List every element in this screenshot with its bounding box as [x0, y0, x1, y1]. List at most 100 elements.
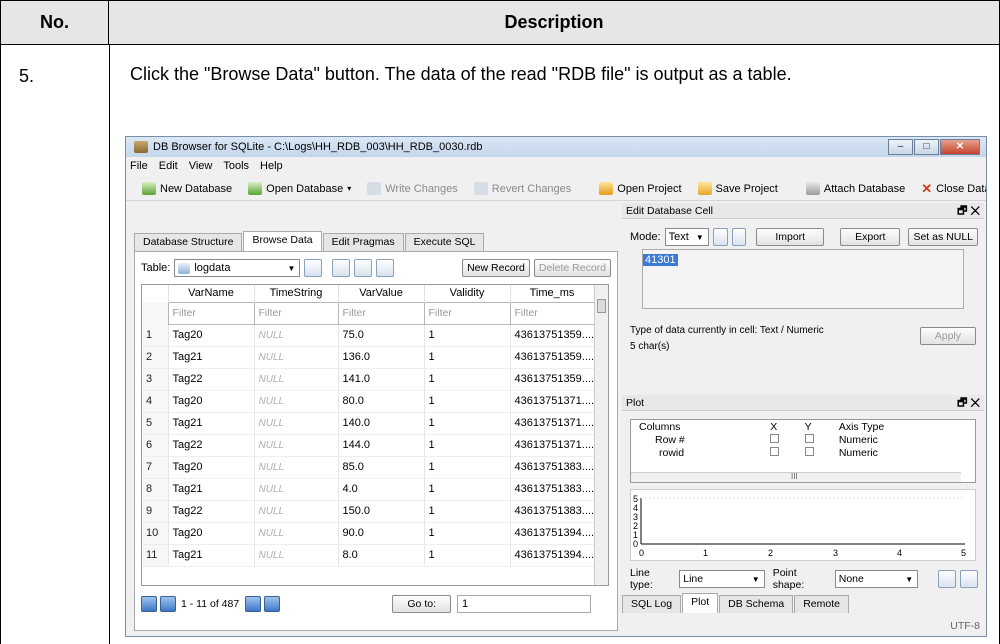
- export-button[interactable]: Export: [840, 228, 901, 246]
- table-cell[interactable]: Tag20: [168, 324, 255, 347]
- auto-format-button[interactable]: [712, 228, 728, 246]
- menu-tools[interactable]: Tools: [223, 157, 249, 175]
- table-cell[interactable]: NULL: [254, 434, 339, 457]
- save-plot-button[interactable]: [938, 570, 957, 588]
- table-cell[interactable]: Tag21: [168, 412, 255, 435]
- write-changes-button[interactable]: Write Changes: [367, 182, 458, 195]
- table-cell[interactable]: 43613751359....: [510, 324, 595, 347]
- row-number[interactable]: 7: [142, 456, 169, 479]
- row-number[interactable]: 2: [142, 346, 169, 369]
- tab-db-schema[interactable]: DB Schema: [719, 595, 794, 613]
- menu-edit[interactable]: Edit: [159, 157, 178, 175]
- table-row[interactable]: 9 Tag22 NULL 150.0 1 43613751383....: [142, 500, 595, 523]
- table-cell[interactable]: 43613751383....: [510, 478, 595, 501]
- table-cell[interactable]: 144.0: [338, 434, 425, 457]
- delete-record-button[interactable]: Delete Record: [533, 259, 611, 277]
- table-cell[interactable]: NULL: [254, 522, 339, 545]
- table-cell[interactable]: 85.0: [338, 456, 425, 479]
- table-row[interactable]: 5 Tag21 NULL 140.0 1 43613751371....: [142, 412, 595, 435]
- table-cell[interactable]: Tag20: [168, 522, 255, 545]
- table-cell[interactable]: Tag22: [168, 368, 255, 391]
- dropdown-arrow-icon[interactable]: ▾: [347, 184, 351, 193]
- tab-browse-data[interactable]: Browse Data: [243, 231, 322, 251]
- scrollbar-thumb[interactable]: [597, 299, 606, 313]
- table-cell[interactable]: 43613751359....: [510, 368, 595, 391]
- table-select[interactable]: logdata ▼: [174, 259, 301, 277]
- refresh-button[interactable]: [304, 259, 323, 277]
- apply-button[interactable]: Apply: [919, 327, 976, 345]
- row-number[interactable]: 10: [142, 522, 169, 545]
- first-record-button[interactable]: [141, 596, 157, 612]
- table-cell[interactable]: 1: [424, 324, 511, 347]
- row-number[interactable]: 3: [142, 368, 169, 391]
- minimize-button[interactable]: –: [888, 139, 913, 155]
- table-cell[interactable]: NULL: [254, 324, 339, 347]
- table-row[interactable]: 4 Tag20 NULL 80.0 1 43613751371....: [142, 390, 595, 413]
- filter-input[interactable]: Filter: [423, 301, 511, 325]
- x-checkbox[interactable]: [770, 433, 780, 443]
- save-project-button[interactable]: Save Project: [697, 182, 778, 195]
- cell-editor[interactable]: 41301: [642, 249, 964, 309]
- attach-database-button[interactable]: Attach Database: [805, 182, 905, 195]
- revert-changes-button[interactable]: Revert Changes: [473, 182, 571, 195]
- table-cell[interactable]: Tag20: [168, 390, 255, 413]
- open-database-button[interactable]: Open Database ▾: [248, 182, 351, 195]
- column-header[interactable]: Time_ms: [510, 285, 595, 302]
- table-cell[interactable]: NULL: [254, 544, 339, 567]
- menu-view[interactable]: View: [189, 157, 213, 175]
- table-cell[interactable]: NULL: [254, 390, 339, 413]
- table-cell[interactable]: Tag21: [168, 478, 255, 501]
- column-header[interactable]: VarValue: [338, 285, 425, 302]
- maximize-button[interactable]: □: [914, 139, 939, 155]
- row-number[interactable]: 11: [142, 544, 169, 567]
- column-header[interactable]: TimeString: [254, 285, 339, 302]
- save-table-button[interactable]: [354, 259, 373, 277]
- table-row[interactable]: 8 Tag21 NULL 4.0 1 43613751383....: [142, 478, 595, 501]
- table-cell[interactable]: 1: [424, 390, 511, 413]
- table-row[interactable]: 2 Tag21 NULL 136.0 1 43613751359....: [142, 346, 595, 369]
- table-cell[interactable]: NULL: [254, 368, 339, 391]
- previous-record-button[interactable]: [160, 596, 176, 612]
- y-checkbox[interactable]: [804, 433, 814, 443]
- grid-vertical-scrollbar[interactable]: [594, 285, 608, 585]
- table-cell[interactable]: 1: [424, 368, 511, 391]
- menu-help[interactable]: Help: [260, 157, 283, 175]
- table-cell[interactable]: 43613751359....: [510, 346, 595, 369]
- close-database-button[interactable]: ✕Close Database: [921, 181, 986, 197]
- tab-execute-sql[interactable]: Execute SQL: [404, 233, 485, 251]
- table-cell[interactable]: 80.0: [338, 390, 425, 413]
- last-record-button[interactable]: [264, 596, 281, 612]
- table-cell[interactable]: 4.0: [338, 478, 425, 501]
- next-record-button[interactable]: [245, 596, 262, 612]
- table-cell[interactable]: NULL: [254, 456, 339, 479]
- table-cell[interactable]: NULL: [254, 478, 339, 501]
- new-record-button[interactable]: New Record: [462, 259, 530, 277]
- panel-controls[interactable]: 🗗 ✕: [957, 395, 980, 411]
- table-cell[interactable]: 1: [424, 412, 511, 435]
- table-cell[interactable]: 140.0: [338, 412, 425, 435]
- filter-input[interactable]: Filter: [253, 301, 339, 325]
- table-row[interactable]: 6 Tag22 NULL 144.0 1 43613751371....: [142, 434, 595, 457]
- tab-sql-log[interactable]: SQL Log: [622, 595, 682, 613]
- x-checkbox[interactable]: [770, 446, 780, 456]
- print-button[interactable]: [376, 259, 395, 277]
- filter-input[interactable]: Filter: [509, 301, 595, 325]
- table-row[interactable]: 3 Tag22 NULL 141.0 1 43613751359....: [142, 368, 595, 391]
- table-cell[interactable]: Tag21: [168, 544, 255, 567]
- table-cell[interactable]: 43613751371....: [510, 390, 595, 413]
- table-cell[interactable]: 141.0: [338, 368, 425, 391]
- table-row[interactable]: 1 Tag20 NULL 75.0 1 43613751359....: [142, 324, 595, 347]
- tab-plot[interactable]: Plot: [682, 593, 719, 613]
- panel-controls[interactable]: 🗗 ✕: [957, 203, 980, 219]
- table-cell[interactable]: Tag21: [168, 346, 255, 369]
- filter-input[interactable]: Filter: [167, 301, 255, 325]
- table-cell[interactable]: 75.0: [338, 324, 425, 347]
- table-cell[interactable]: 90.0: [338, 522, 425, 545]
- table-cell[interactable]: 136.0: [338, 346, 425, 369]
- table-cell[interactable]: 150.0: [338, 500, 425, 523]
- table-cell[interactable]: 43613751394....: [510, 544, 595, 567]
- table-cell[interactable]: 1: [424, 522, 511, 545]
- close-window-button[interactable]: ✕: [940, 139, 980, 155]
- table-row[interactable]: 10 Tag20 NULL 90.0 1 43613751394....: [142, 522, 595, 545]
- table-cell[interactable]: 43613751394....: [510, 522, 595, 545]
